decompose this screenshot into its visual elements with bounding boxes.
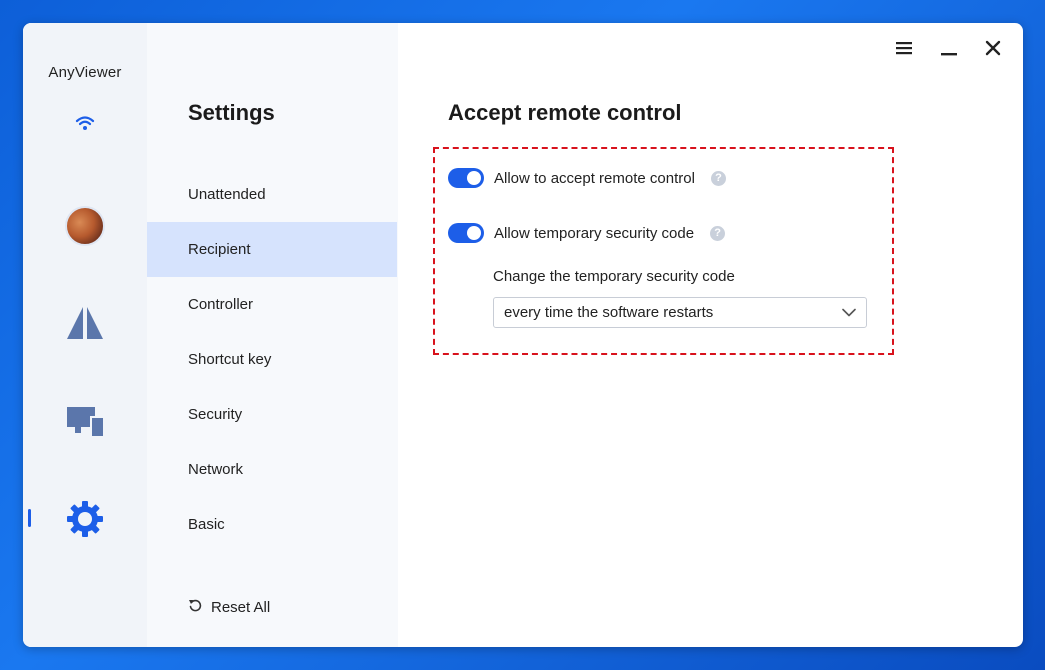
devices-icon[interactable] <box>65 401 105 441</box>
gear-icon[interactable] <box>65 499 105 539</box>
option-accept-remote-control: Allow to accept remote control ? <box>448 168 726 188</box>
change-code-value: every time the software restarts <box>504 304 714 321</box>
accept-remote-control-toggle[interactable] <box>448 168 484 188</box>
help-icon[interactable]: ? <box>710 170 726 186</box>
help-icon[interactable]: ? <box>710 225 726 241</box>
nav-item-controller[interactable]: Controller <box>147 277 397 332</box>
accept-remote-control-label: Allow to accept remote control <box>494 169 695 187</box>
icon-rail: AnyViewer <box>23 23 147 647</box>
temporary-security-code-label: Allow temporary security code <box>494 224 695 242</box>
nav-item-basic[interactable]: Basic <box>147 497 397 552</box>
avatar-image <box>65 206 105 246</box>
wifi-icon <box>75 113 95 133</box>
change-code-select[interactable]: every time the software restarts <box>493 297 867 328</box>
nav-item-recipient[interactable]: Recipient <box>147 222 397 277</box>
reset-icon <box>188 598 202 616</box>
option-temporary-security-code: Allow temporary security code ? <box>448 223 726 243</box>
settings-content: Accept remote control Allow to accept re… <box>398 23 1023 647</box>
settings-nav: Settings Unattended Recipient Controller… <box>147 23 398 647</box>
change-code-label: Change the temporary security code <box>493 268 735 285</box>
reset-all-label: Reset All <box>211 598 271 616</box>
reset-all-button[interactable]: Reset All <box>188 598 270 616</box>
active-indicator <box>28 509 31 527</box>
app-window: AnyViewer Settings Unattended Recipient … <box>23 23 1023 647</box>
chevron-down-icon <box>842 304 856 321</box>
nav-item-shortcut-key[interactable]: Shortcut key <box>147 332 397 387</box>
nav-item-unattended[interactable]: Unattended <box>147 167 397 222</box>
anyviewer-logo-icon[interactable] <box>65 303 105 343</box>
settings-title: Settings <box>188 100 275 125</box>
temporary-security-code-toggle[interactable] <box>448 223 484 243</box>
page-title: Accept remote control <box>448 100 682 125</box>
nav-item-security[interactable]: Security <box>147 387 397 442</box>
nav-item-network[interactable]: Network <box>147 442 397 497</box>
avatar[interactable] <box>65 206 105 246</box>
app-name: AnyViewer <box>48 64 122 81</box>
